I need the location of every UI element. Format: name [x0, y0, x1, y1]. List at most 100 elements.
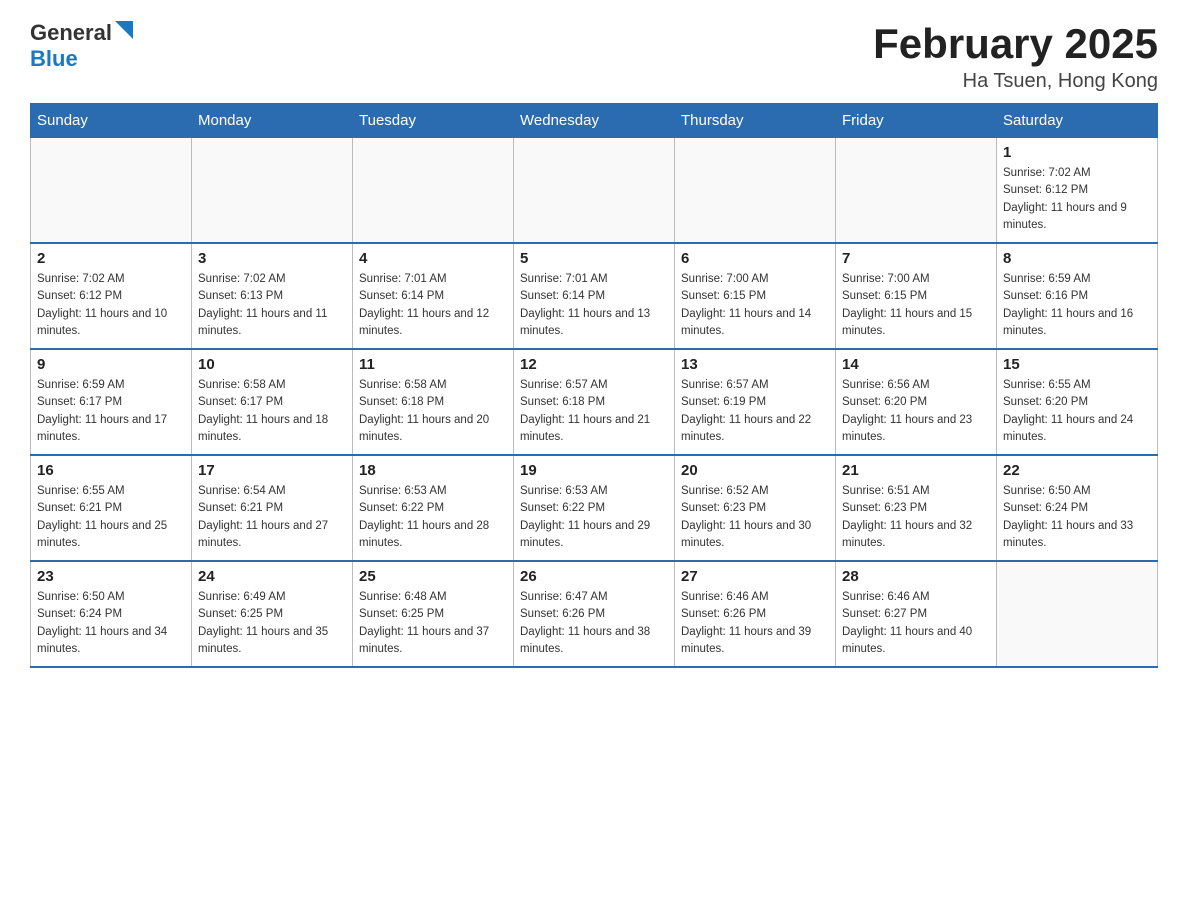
month-year-title: February 2025	[873, 20, 1158, 68]
logo-triangle-icon	[115, 21, 133, 44]
day-number: 27	[681, 568, 829, 585]
logo: General Blue	[30, 20, 133, 72]
day-number: 2	[37, 250, 185, 267]
calendar-week-row: 1 Sunrise: 7:02 AMSunset: 6:12 PMDaylight…	[31, 138, 1158, 244]
calendar-cell: 28 Sunrise: 6:46 AMSunset: 6:27 PMDayligh…	[836, 561, 997, 667]
day-number: 26	[520, 568, 668, 585]
weekday-header-row: SundayMondayTuesdayWednesdayThursdayFrid…	[31, 104, 1158, 138]
day-number: 22	[1003, 462, 1151, 479]
day-sun-info: Sunrise: 6:57 AMSunset: 6:18 PMDaylight:…	[520, 377, 668, 446]
calendar-cell: 21Sunrise: 6:51 AMSunset: 6:23 PMDayligh…	[836, 455, 997, 561]
day-number: 15	[1003, 356, 1151, 373]
day-sun-info: Sunrise: 6:49 AMSunset: 6:25 PMDaylight:…	[198, 589, 346, 658]
day-number: 19	[520, 462, 668, 479]
day-sun-info: Sunrise: 6:58 AMSunset: 6:17 PMDaylight:…	[198, 377, 346, 446]
day-number: 24	[198, 568, 346, 585]
weekday-header-monday: Monday	[192, 104, 353, 138]
calendar-week-row: 23Sunrise: 6:50 AMSunset: 6:24 PMDayligh…	[31, 561, 1158, 667]
calendar-cell: 10 Sunrise: 6:58 AMSunset: 6:17 PMDayligh…	[192, 349, 353, 455]
calendar-cell: 18 Sunrise: 6:53 AMSunset: 6:22 PMDayligh…	[353, 455, 514, 561]
calendar-cell: 16 Sunrise: 6:55 AMSunset: 6:21 PMDayligh…	[31, 455, 192, 561]
day-number: 25	[359, 568, 507, 585]
calendar-cell: 6 Sunrise: 7:00 AMSunset: 6:15 PMDaylight…	[675, 243, 836, 349]
day-number: 17	[198, 462, 346, 479]
day-number: 16	[37, 462, 185, 479]
calendar-cell: 5Sunrise: 7:01 AMSunset: 6:14 PMDaylight…	[514, 243, 675, 349]
day-sun-info: Sunrise: 7:02 AMSunset: 6:13 PMDaylight:…	[198, 271, 346, 340]
calendar-cell: 22 Sunrise: 6:50 AMSunset: 6:24 PMDayligh…	[997, 455, 1158, 561]
day-sun-info: Sunrise: 6:50 AMSunset: 6:24 PMDaylight:…	[1003, 483, 1151, 552]
title-block: February 2025 Ha Tsuen, Hong Kong	[873, 20, 1158, 93]
day-number: 10	[198, 356, 346, 373]
calendar-cell: 3 Sunrise: 7:02 AMSunset: 6:13 PMDaylight…	[192, 243, 353, 349]
calendar-week-row: 2Sunrise: 7:02 AMSunset: 6:12 PMDaylight…	[31, 243, 1158, 349]
calendar-cell: 12 Sunrise: 6:57 AMSunset: 6:18 PMDayligh…	[514, 349, 675, 455]
weekday-header-saturday: Saturday	[997, 104, 1158, 138]
calendar-cell: 8 Sunrise: 6:59 AMSunset: 6:16 PMDaylight…	[997, 243, 1158, 349]
day-number: 11	[359, 356, 507, 373]
calendar-cell: 26 Sunrise: 6:47 AMSunset: 6:26 PMDayligh…	[514, 561, 675, 667]
day-number: 6	[681, 250, 829, 267]
day-sun-info: Sunrise: 6:53 AMSunset: 6:22 PMDaylight:…	[359, 483, 507, 552]
weekday-header-tuesday: Tuesday	[353, 104, 514, 138]
weekday-header-thursday: Thursday	[675, 104, 836, 138]
day-number: 12	[520, 356, 668, 373]
calendar-cell: 27 Sunrise: 6:46 AMSunset: 6:26 PMDayligh…	[675, 561, 836, 667]
calendar-cell	[31, 138, 192, 244]
calendar-week-row: 16 Sunrise: 6:55 AMSunset: 6:21 PMDayligh…	[31, 455, 1158, 561]
calendar-cell	[192, 138, 353, 244]
calendar-cell: 13Sunrise: 6:57 AMSunset: 6:19 PMDayligh…	[675, 349, 836, 455]
day-sun-info: Sunrise: 6:59 AMSunset: 6:16 PMDaylight:…	[1003, 271, 1151, 340]
day-sun-info: Sunrise: 7:01 AMSunset: 6:14 PMDaylight:…	[359, 271, 507, 340]
day-sun-info: Sunrise: 6:58 AMSunset: 6:18 PMDaylight:…	[359, 377, 507, 446]
calendar-cell: 4 Sunrise: 7:01 AMSunset: 6:14 PMDaylight…	[353, 243, 514, 349]
day-sun-info: Sunrise: 6:55 AMSunset: 6:21 PMDaylight:…	[37, 483, 185, 552]
location-subtitle: Ha Tsuen, Hong Kong	[873, 70, 1158, 93]
logo-general-text: General	[30, 20, 112, 46]
calendar-cell: 9 Sunrise: 6:59 AMSunset: 6:17 PMDaylight…	[31, 349, 192, 455]
day-number: 9	[37, 356, 185, 373]
calendar-cell: 20Sunrise: 6:52 AMSunset: 6:23 PMDayligh…	[675, 455, 836, 561]
weekday-header-friday: Friday	[836, 104, 997, 138]
day-number: 21	[842, 462, 990, 479]
day-sun-info: Sunrise: 6:59 AMSunset: 6:17 PMDaylight:…	[37, 377, 185, 446]
day-sun-info: Sunrise: 6:56 AMSunset: 6:20 PMDaylight:…	[842, 377, 990, 446]
day-number: 3	[198, 250, 346, 267]
calendar-cell	[997, 561, 1158, 667]
logo-blue-text: Blue	[30, 46, 78, 71]
calendar-cell	[353, 138, 514, 244]
day-sun-info: Sunrise: 7:01 AMSunset: 6:14 PMDaylight:…	[520, 271, 668, 340]
weekday-header-sunday: Sunday	[31, 104, 192, 138]
day-sun-info: Sunrise: 6:53 AMSunset: 6:22 PMDaylight:…	[520, 483, 668, 552]
day-number: 18	[359, 462, 507, 479]
calendar-cell: 23Sunrise: 6:50 AMSunset: 6:24 PMDayligh…	[31, 561, 192, 667]
day-number: 8	[1003, 250, 1151, 267]
weekday-header-wednesday: Wednesday	[514, 104, 675, 138]
day-number: 23	[37, 568, 185, 585]
day-sun-info: Sunrise: 7:00 AMSunset: 6:15 PMDaylight:…	[842, 271, 990, 340]
day-sun-info: Sunrise: 6:47 AMSunset: 6:26 PMDaylight:…	[520, 589, 668, 658]
calendar-cell: 11 Sunrise: 6:58 AMSunset: 6:18 PMDayligh…	[353, 349, 514, 455]
calendar-cell: 19 Sunrise: 6:53 AMSunset: 6:22 PMDayligh…	[514, 455, 675, 561]
day-sun-info: Sunrise: 7:00 AMSunset: 6:15 PMDaylight:…	[681, 271, 829, 340]
calendar-cell	[836, 138, 997, 244]
calendar-cell: 15Sunrise: 6:55 AMSunset: 6:20 PMDayligh…	[997, 349, 1158, 455]
day-sun-info: Sunrise: 6:54 AMSunset: 6:21 PMDaylight:…	[198, 483, 346, 552]
calendar-table: SundayMondayTuesdayWednesdayThursdayFrid…	[30, 103, 1158, 668]
calendar-cell: 24 Sunrise: 6:49 AMSunset: 6:25 PMDayligh…	[192, 561, 353, 667]
calendar-cell: 17 Sunrise: 6:54 AMSunset: 6:21 PMDayligh…	[192, 455, 353, 561]
calendar-cell	[514, 138, 675, 244]
calendar-cell: 25Sunrise: 6:48 AMSunset: 6:25 PMDayligh…	[353, 561, 514, 667]
day-sun-info: Sunrise: 7:02 AMSunset: 6:12 PMDaylight:…	[1003, 165, 1151, 234]
day-number: 28	[842, 568, 990, 585]
day-number: 7	[842, 250, 990, 267]
day-sun-info: Sunrise: 6:46 AMSunset: 6:27 PMDaylight:…	[842, 589, 990, 658]
day-sun-info: Sunrise: 6:46 AMSunset: 6:26 PMDaylight:…	[681, 589, 829, 658]
calendar-cell: 7 Sunrise: 7:00 AMSunset: 6:15 PMDaylight…	[836, 243, 997, 349]
day-number: 13	[681, 356, 829, 373]
day-number: 20	[681, 462, 829, 479]
day-number: 4	[359, 250, 507, 267]
calendar-cell: 2Sunrise: 7:02 AMSunset: 6:12 PMDaylight…	[31, 243, 192, 349]
page-header: General Blue February 2025 Ha Tsuen, Hon…	[30, 20, 1158, 93]
day-number: 1	[1003, 144, 1151, 161]
